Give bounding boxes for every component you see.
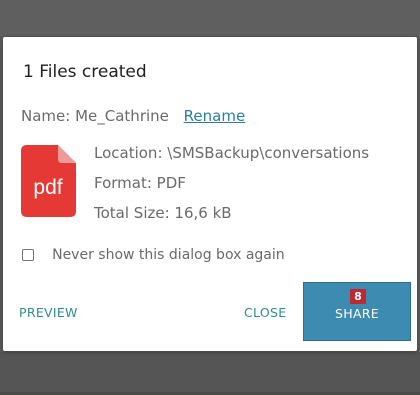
files-created-dialog: 1 Files created Name: Me_Cathrine Rename…	[3, 37, 417, 351]
rename-link[interactable]: Rename	[184, 107, 246, 125]
share-button[interactable]: 8 SHARE	[303, 282, 411, 341]
never-show-label: Never show this dialog box again	[52, 246, 285, 263]
name-value: Me_Cathrine	[75, 107, 169, 125]
name-label: Name:	[21, 107, 71, 125]
preview-button[interactable]: PREVIEW	[19, 305, 78, 320]
pdf-file-icon: pdf	[21, 145, 76, 217]
format-text: Format: PDF	[94, 174, 186, 192]
never-show-row[interactable]: Never show this dialog box again	[22, 244, 285, 263]
share-button-label: SHARE	[335, 306, 379, 321]
never-show-checkbox[interactable]	[22, 248, 34, 261]
pdf-icon-label: pdf	[33, 176, 62, 199]
total-size-text: Total Size: 16,6 kB	[94, 204, 232, 222]
close-button[interactable]: CLOSE	[244, 305, 286, 320]
background-top	[0, 0, 420, 36]
share-badge: 8	[350, 289, 366, 304]
location-text: Location: \SMSBackup\conversations	[94, 144, 370, 162]
name-row: Name: Me_Cathrine Rename	[21, 107, 245, 125]
dialog-title: 1 Files created	[23, 62, 147, 82]
background-bottom	[0, 352, 420, 395]
